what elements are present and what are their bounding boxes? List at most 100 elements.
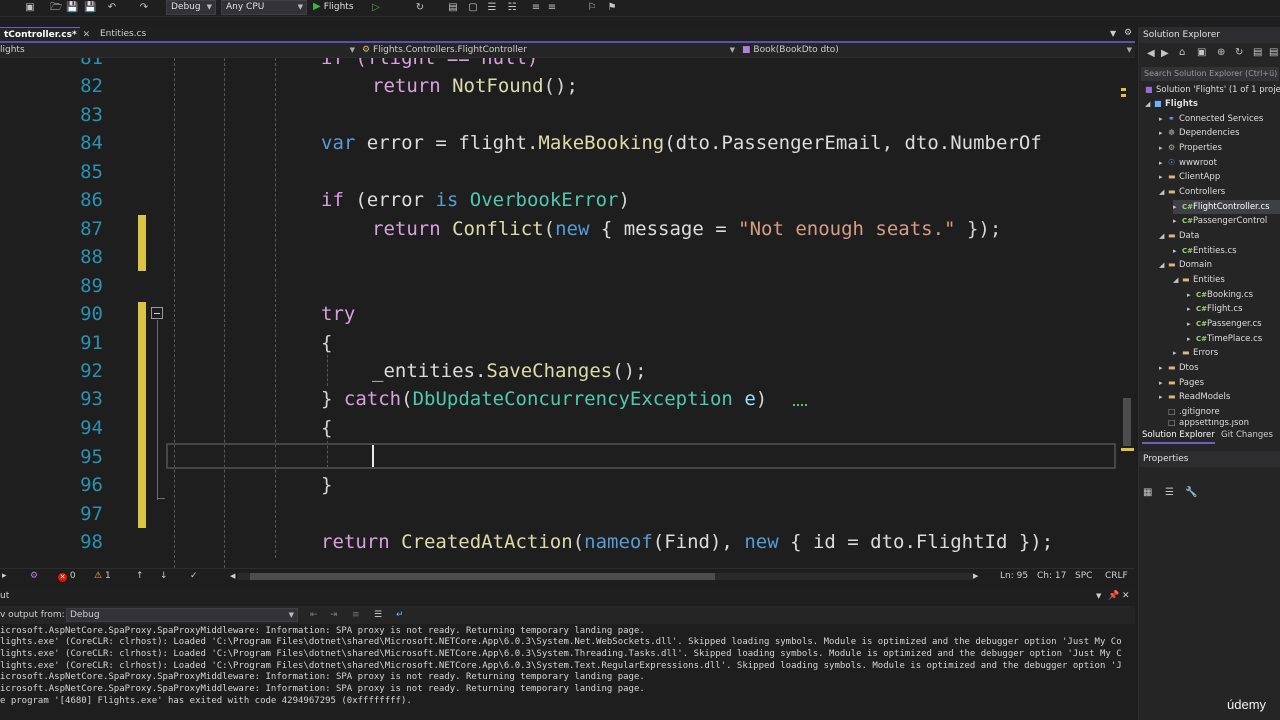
find-prev-icon[interactable]: ⇤ — [310, 606, 318, 624]
tree-item[interactable]: ▸ ▬ Pages — [1159, 376, 1204, 390]
tree-item[interactable]: ▸ C#Booking.cs — [1187, 288, 1253, 302]
expand-icon[interactable]: ◢ — [1159, 185, 1168, 199]
whitespace-indicator[interactable]: SPC — [1075, 569, 1092, 584]
start-debug-button[interactable]: ▶ Flights — [313, 0, 354, 15]
scroll-left-icon[interactable]: ◀ — [230, 569, 235, 584]
line-indicator[interactable]: Ln: 95 — [1000, 569, 1028, 584]
scroll-thumb[interactable] — [1123, 398, 1131, 446]
hot-reload-icon[interactable]: ↻ — [414, 2, 426, 14]
tab-flight-controller[interactable]: tController.cs* ✕ — [0, 27, 90, 41]
collapse-icon[interactable]: ▸ — [1159, 170, 1168, 184]
warning-count[interactable]: ⚠ 1 — [94, 569, 111, 584]
tree-item[interactable]: ▸ C#Flight.cs — [1187, 302, 1243, 316]
panel-menu-icon[interactable]: ▼ — [1096, 588, 1101, 604]
error-count[interactable]: ✕ 0 — [58, 569, 76, 584]
tree-item[interactable]: ▸ ▬ Errors — [1173, 346, 1218, 360]
expand-icon[interactable]: ◢ — [1159, 229, 1168, 243]
collapse-icon[interactable]: ▸ — [1173, 244, 1182, 258]
bookmark-icon[interactable]: ⚐ — [586, 2, 598, 14]
clear-all-icon[interactable]: ☰ — [374, 606, 382, 624]
tree-item[interactable]: □ .gitignore — [1168, 405, 1220, 419]
switch-view-icon[interactable]: ▣ — [1197, 47, 1206, 58]
forward-icon[interactable]: ▶ — [1161, 48, 1169, 59]
categorized-icon[interactable]: ▦ — [1143, 487, 1152, 498]
next-issue-icon[interactable]: ↓ — [160, 569, 168, 584]
uncomment-icon[interactable]: ≡ — [546, 2, 558, 14]
editor-horizontal-scrollbar[interactable] — [238, 573, 973, 580]
tree-item[interactable]: ◢ ▬ Controllers — [1159, 185, 1225, 199]
collapse-icon[interactable]: ▸ — [1159, 390, 1168, 404]
tree-item[interactable]: ▸ C#PassengerControl — [1173, 214, 1267, 228]
align-icon[interactable]: ☵ — [506, 2, 518, 14]
tree-item[interactable]: ▸ ☸ Dependencies — [1159, 126, 1240, 140]
show-all-files-icon[interactable]: ▤ — [1269, 47, 1278, 58]
tree-item[interactable]: □ appsettings.json — [1168, 419, 1249, 427]
tree-item-solution[interactable]: ■ Solution 'Flights' (1 of 1 proje — [1145, 83, 1280, 97]
git-icon[interactable]: ⊕ — [1217, 47, 1225, 58]
tree-item[interactable]: ◢ ▬ Domain — [1159, 258, 1212, 272]
tab-entities[interactable]: Entities.cs — [96, 27, 156, 41]
code-editor[interactable]: 81 82 83 84 85 86 87 88 89 90 91 92 93 9… — [0, 58, 1120, 568]
collapse-icon[interactable]: ▸ — [1173, 346, 1182, 360]
tree-item[interactable]: ◢ ▬ Data — [1159, 229, 1199, 243]
collapse-toggle[interactable] — [151, 307, 163, 319]
platform-select[interactable]: Any CPU ▼ — [221, 0, 307, 15]
window-icon[interactable]: ▢ — [467, 2, 479, 14]
alphabetical-icon[interactable]: ☰ — [1165, 487, 1174, 498]
find-next-icon[interactable]: ⇥ — [330, 606, 338, 624]
tree-item[interactable]: ▸ ▬ Dtos — [1159, 361, 1199, 375]
close-icon[interactable]: ✕ — [83, 30, 91, 40]
tree-item[interactable]: ▸ ▬ ReadModels — [1159, 390, 1230, 404]
collapse-icon[interactable]: ▸ — [1159, 141, 1168, 155]
settings-icon[interactable]: ⚙ — [1124, 28, 1132, 38]
pin-icon[interactable]: 📌 — [1108, 588, 1119, 604]
output-source-select[interactable]: Debug ▼ — [66, 608, 298, 622]
word-wrap-icon[interactable]: ↵ — [396, 606, 404, 624]
expand-icon[interactable]: ◢ — [1145, 97, 1154, 111]
collapse-icon[interactable]: ▸ — [1159, 156, 1168, 170]
tab-overflow-icon[interactable]: ▼ — [1110, 29, 1116, 38]
column-indicator[interactable]: Ch: 17 — [1037, 569, 1066, 584]
tree-item[interactable]: ◢ ▬ Entities — [1173, 273, 1225, 287]
editor-vertical-scrollbar[interactable] — [1120, 58, 1135, 568]
tree-item[interactable]: ▸ ⚙ Properties — [1159, 141, 1222, 155]
start-without-debug-icon[interactable]: ▷ — [370, 2, 382, 14]
prev-issue-icon[interactable]: ↑ — [136, 569, 144, 584]
collapse-icon[interactable]: ▸ — [1173, 200, 1182, 214]
project-dropdown[interactable]: lights ▼ — [0, 43, 358, 57]
collapse-icon[interactable]: ▸ — [1159, 112, 1168, 126]
collapse-all-icon[interactable]: ▤ — [1253, 47, 1262, 58]
tree-item-selected[interactable]: ▸ C#FlightController.cs — [1173, 200, 1280, 214]
tree-item[interactable]: ▸ ☉ wwwroot — [1159, 156, 1217, 170]
goto-icon[interactable]: ≡ — [352, 606, 360, 624]
type-dropdown[interactable]: ⚙ Flights.Controllers.FlightController ▼ — [362, 43, 738, 57]
scroll-thumb[interactable] — [250, 573, 715, 580]
sync-icon[interactable]: ↻ — [1235, 47, 1243, 58]
undo-icon[interactable]: ↶ — [106, 2, 118, 14]
collapse-icon[interactable]: ▸ — [1159, 361, 1168, 375]
tree-item[interactable]: ▸ ⚭ Connected Services — [1159, 112, 1263, 126]
collapse-icon[interactable]: ▸ — [1187, 302, 1196, 316]
open-icon[interactable]: 🗁 — [50, 2, 62, 14]
expand-icon[interactable]: ◢ — [1159, 258, 1168, 272]
collapse-icon[interactable]: ▸ — [1187, 288, 1196, 302]
expand-icon[interactable]: ◢ — [1173, 273, 1182, 287]
collapse-icon[interactable]: ▸ — [1187, 317, 1196, 331]
collapse-icon[interactable]: ▸ — [1173, 214, 1182, 228]
output-vertical-scrollbar[interactable] — [1122, 624, 1135, 720]
bookmark-prev-icon[interactable]: ⚑ — [606, 2, 618, 14]
collapse-icon[interactable]: ▸ — [1159, 376, 1168, 390]
browser-icon[interactable]: ▤ — [447, 2, 459, 14]
close-icon[interactable]: ✕ — [1122, 588, 1130, 604]
tree-item[interactable]: ▸ C#Passenger.cs — [1187, 317, 1262, 331]
redo-icon[interactable]: ↷ — [138, 2, 150, 14]
collapse-icon[interactable]: ▸ — [1187, 332, 1196, 346]
new-item-icon[interactable]: ▣ — [24, 2, 36, 14]
back-icon[interactable]: ◀ — [1147, 48, 1155, 59]
configuration-select[interactable]: Debug ▼ — [166, 0, 216, 15]
format-icon[interactable]: ☰ — [486, 2, 498, 14]
collapse-icon[interactable]: ▸ — [1159, 126, 1168, 140]
member-dropdown[interactable]: ■ Book(BookDto dto) ▼ — [742, 43, 1135, 57]
tree-item[interactable]: ▸ C#TimePlace.cs — [1187, 332, 1262, 346]
line-ending-indicator[interactable]: CRLF — [1105, 569, 1128, 584]
